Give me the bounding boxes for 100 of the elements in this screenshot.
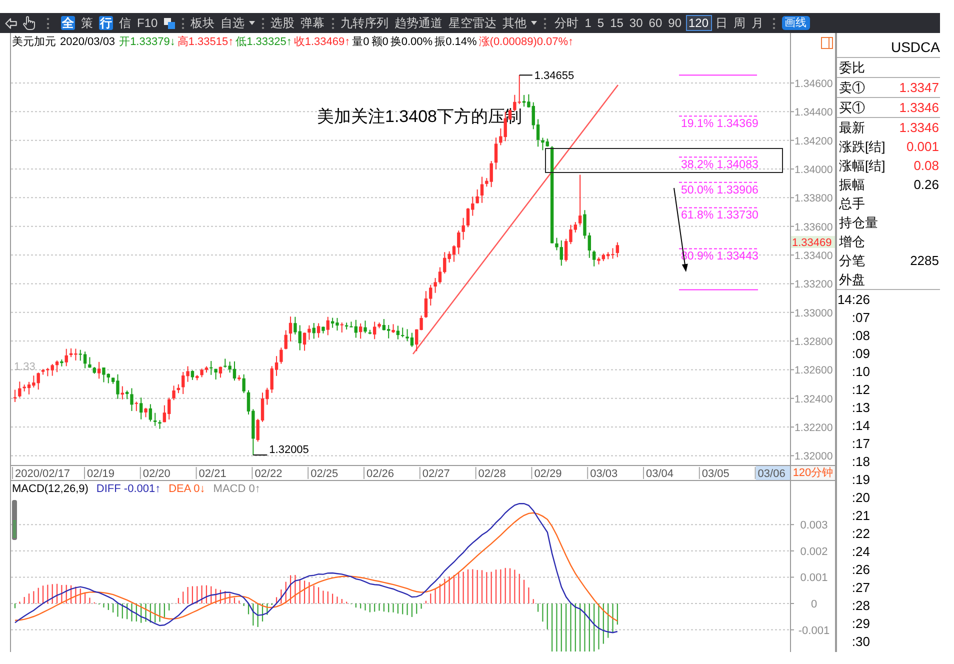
price-axis-label: 1.33000 xyxy=(794,307,833,320)
date-label: 03/03 xyxy=(590,468,618,480)
time-label: 14:26 xyxy=(837,292,870,308)
time-label: :24 xyxy=(850,544,870,560)
field-value: 0.001 xyxy=(906,138,939,156)
field-value: 0.26 xyxy=(914,176,939,194)
time-label: :20 xyxy=(850,490,870,506)
field-label: 委比 xyxy=(839,58,865,77)
fib-label: 50.0% 1.33906 xyxy=(681,184,758,196)
time-label: :28 xyxy=(850,598,870,614)
field-label: 外盘 xyxy=(839,270,865,289)
field-value: 1.3346 xyxy=(899,98,939,117)
field-value: 0.08 xyxy=(914,156,939,175)
time-label: :17 xyxy=(850,436,870,452)
macd-axis-label: 0.002 xyxy=(800,546,828,558)
price-axis-label: 1.33200 xyxy=(794,278,833,291)
field-value: 1.3346 xyxy=(899,118,939,137)
field-label: 总手 xyxy=(839,194,865,213)
field-label: 持仓量 xyxy=(839,214,878,232)
back-arrow-icon[interactable] xyxy=(5,18,17,28)
date-label: 02/27 xyxy=(422,468,450,480)
field-label: 振幅 xyxy=(839,176,865,194)
time-label: :18 xyxy=(850,454,870,470)
indicator-value: DEA 0↓ xyxy=(168,482,206,497)
current-price-tag: 1.33469 xyxy=(791,236,835,249)
toolbar-button[interactable]: 行 xyxy=(99,16,113,30)
macd-axis-label: 0.003 xyxy=(800,520,828,532)
price-axis-label: 1.32800 xyxy=(794,336,833,348)
toolbar-button[interactable]: F10 xyxy=(137,16,158,30)
menu-button[interactable]: 其他 xyxy=(502,16,537,30)
date-label: 02/25 xyxy=(310,468,338,480)
period-tab[interactable]: 日 xyxy=(714,15,730,31)
period-tab[interactable]: 30 xyxy=(627,15,645,31)
menu-button[interactable]: 选股 xyxy=(270,16,295,30)
period-tab[interactable]: 1 xyxy=(582,15,594,31)
menu-button[interactable]: 趋势通道 xyxy=(394,16,443,30)
overlapping-squares-icon[interactable] xyxy=(164,18,175,28)
leader-line xyxy=(252,454,268,456)
period-tab[interactable]: 周 xyxy=(732,15,748,31)
fib-label: 61.8% 1.33730 xyxy=(681,210,758,222)
low-price-label: 1.32005 xyxy=(269,444,309,456)
period-tab[interactable]: 15 xyxy=(608,15,626,31)
toolbar-button[interactable]: 策 xyxy=(81,16,93,30)
price-axis-label: 1.32000 xyxy=(794,450,833,463)
period-tab[interactable]: 90 xyxy=(666,15,684,31)
price-level-label: 1.33 xyxy=(14,361,36,373)
date-label: 02/28 xyxy=(478,468,506,480)
menu-button[interactable]: 自选 xyxy=(220,16,255,30)
split-square-icon[interactable] xyxy=(821,36,833,48)
date-label: 02/29 xyxy=(534,468,562,480)
toolbar-button[interactable]: 信 xyxy=(119,16,131,30)
scroll-thumb[interactable] xyxy=(12,500,17,540)
toolbar-button[interactable]: 全 xyxy=(61,16,75,30)
quote-field: 涨(0.00089)0.07%↑ xyxy=(478,34,574,51)
date-label: 03/06 xyxy=(756,466,790,480)
draw-line-button[interactable]: 画线 xyxy=(782,16,810,30)
time-label: :22 xyxy=(850,526,870,542)
macd-axis-label: -0.001 xyxy=(798,624,830,637)
price-axis-label: 1.33800 xyxy=(794,192,833,205)
fib-label: 19.1% 1.34369 xyxy=(681,118,758,130)
field-value: 2285 xyxy=(910,252,939,270)
date-label: 02/26 xyxy=(366,468,394,480)
time-label: :29 xyxy=(850,616,870,632)
period-tab[interactable]: 分时 xyxy=(552,15,581,31)
time-label: :21 xyxy=(850,508,870,524)
date-label: 02/19 xyxy=(87,468,115,480)
date-label: 02/21 xyxy=(198,468,226,480)
quote-field: 量0 xyxy=(352,34,370,51)
menu-button[interactable]: 九转序列 xyxy=(340,16,389,30)
indicator-value: MACD 0↑ xyxy=(213,482,260,497)
date-label: 02/20 xyxy=(142,468,170,480)
time-label: :13 xyxy=(850,400,870,416)
menu-button[interactable]: 星空雷达 xyxy=(448,16,497,30)
field-label: 卖① xyxy=(839,78,865,97)
symbol-name: 美元加元 xyxy=(12,34,56,50)
menu-button[interactable]: 弹幕 xyxy=(300,16,325,30)
indicator-title: MACD(12,26,9) xyxy=(12,482,88,497)
date-label: 03/04 xyxy=(646,468,674,480)
period-tab[interactable]: 5 xyxy=(595,15,606,31)
macd-axis-label: 0.001 xyxy=(800,572,828,584)
time-label: :10 xyxy=(850,364,870,380)
hand-pointer-icon[interactable] xyxy=(23,16,35,30)
period-tab[interactable]: 月 xyxy=(750,15,766,31)
field-label: 涨幅[结] xyxy=(839,156,886,175)
period-tab[interactable]: 60 xyxy=(646,15,664,31)
menu-button[interactable]: 板块 xyxy=(190,16,215,30)
time-label: :07 xyxy=(850,310,870,326)
period-tab[interactable]: 120 xyxy=(686,15,712,31)
field-label: 最新 xyxy=(839,118,865,137)
time-label: :19 xyxy=(850,472,870,488)
price-axis-label: 1.33400 xyxy=(794,250,833,262)
price-axis-label: 1.34000 xyxy=(794,164,833,176)
quote-field: 低1.33325↑ xyxy=(236,34,292,51)
quote-field: 额0 xyxy=(371,34,388,51)
price-axis-label: 1.34400 xyxy=(794,106,833,119)
price-axis-label: 1.34200 xyxy=(794,135,833,148)
field-value: 1.3347 xyxy=(899,78,939,97)
time-label: :26 xyxy=(850,562,870,578)
quote-field: 收1.33469↑ xyxy=(294,34,350,51)
period-label: 120分钟 xyxy=(792,466,834,480)
